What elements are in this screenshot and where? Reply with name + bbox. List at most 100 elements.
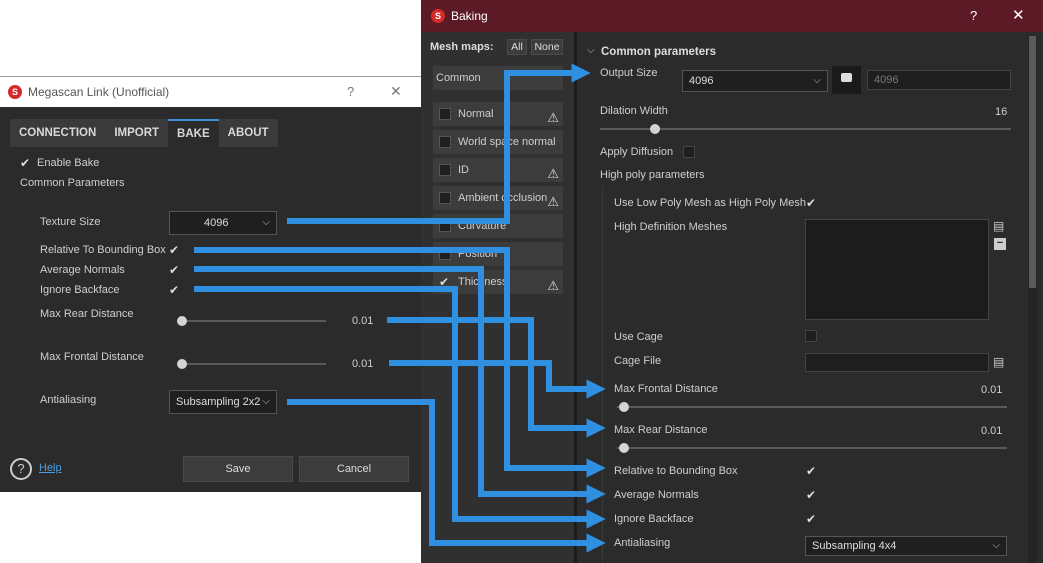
help-circle-icon[interactable]: ? — [10, 458, 32, 480]
tab-about[interactable]: ABOUT — [218, 119, 278, 147]
max-frontal-value[interactable]: 0.01 — [352, 358, 373, 370]
help-link[interactable]: Help — [39, 462, 62, 474]
warning-icon: ⚠ — [547, 110, 559, 125]
map-label: Normal — [458, 108, 494, 120]
cancel-button[interactable]: Cancel — [299, 456, 409, 482]
substance-logo-icon: S — [431, 9, 445, 23]
use-low-poly-checkbox[interactable]: ✔ — [806, 196, 816, 210]
map-item-ambient-occlusion[interactable]: Ambient occlusion ⚠ — [433, 186, 563, 210]
close-icon[interactable]: ✕ — [1012, 6, 1025, 24]
apply-diffusion-label: Apply Diffusion — [600, 146, 674, 158]
file-icon[interactable]: ▤ — [993, 355, 1004, 369]
warning-icon: ⚠ — [547, 166, 559, 181]
dilation-slider-knob[interactable] — [650, 124, 660, 134]
common-parameters-label: Common Parameters — [20, 177, 125, 189]
cage-file-field[interactable] — [805, 353, 989, 372]
lock-button[interactable] — [832, 66, 861, 94]
tab-bake[interactable]: BAKE — [168, 119, 219, 147]
map-checkbox[interactable] — [439, 108, 451, 120]
antialiasing-label: Antialiasing — [614, 537, 671, 549]
output-size-locked-field: 4096 — [867, 70, 1011, 90]
cage-file-label: Cage File — [614, 355, 662, 367]
texture-size-dropdown[interactable]: 4096 ⌵ — [169, 211, 277, 235]
map-label: World space normal — [458, 136, 556, 148]
enable-bake-label: Enable Bake — [37, 157, 100, 169]
relative-bbox-checkbox[interactable]: ✔ — [169, 243, 179, 257]
map-checkbox[interactable] — [439, 220, 451, 232]
enable-bake-checkbox[interactable]: ✔ — [20, 156, 30, 170]
megascan-tabs: CONNECTION IMPORT BAKE ABOUT — [10, 119, 278, 147]
antialiasing-dropdown[interactable]: Subsampling 2x2 ⌵ — [169, 390, 277, 414]
max-frontal-slider-knob[interactable] — [619, 402, 629, 412]
ignore-backface-checkbox[interactable]: ✔ — [169, 283, 179, 297]
map-label: ID — [458, 164, 469, 176]
common-item[interactable]: Common — [433, 66, 563, 90]
max-rear-value[interactable]: 0.01 — [981, 425, 1002, 437]
high-poly-label: High poly parameters — [600, 169, 705, 181]
high-poly-group-border — [602, 186, 603, 563]
save-button[interactable]: Save — [183, 456, 293, 482]
warning-icon: ⚠ — [547, 278, 559, 293]
minus-icon[interactable]: − — [994, 238, 1006, 250]
antialiasing-label: Antialiasing — [40, 394, 97, 406]
map-checkbox[interactable] — [439, 164, 451, 176]
map-item-id[interactable]: ID ⚠ — [433, 158, 563, 182]
ignore-backface-label: Ignore Backface — [40, 284, 120, 296]
avg-normals-label: Average Normals — [40, 264, 125, 276]
dilation-width-value[interactable]: 16 — [995, 106, 1007, 118]
chevron-down-icon: ⌵ — [813, 75, 821, 86]
avg-normals-label: Average Normals — [614, 489, 699, 501]
relative-bbox-label: Relative To Bounding Box — [40, 244, 166, 256]
max-rear-slider-track[interactable] — [178, 320, 326, 322]
max-frontal-slider-track[interactable] — [617, 406, 1007, 408]
ignore-backface-label: Ignore Backface — [614, 513, 694, 525]
none-button[interactable]: None — [531, 39, 563, 55]
map-checkbox[interactable]: ✔ — [439, 270, 451, 289]
file-icon[interactable]: ▤ — [993, 219, 1004, 233]
dilation-slider-track[interactable] — [600, 128, 1011, 130]
max-rear-value[interactable]: 0.01 — [352, 315, 373, 327]
max-rear-slider-track[interactable] — [617, 447, 1007, 449]
max-rear-slider-knob[interactable] — [619, 443, 629, 453]
use-cage-checkbox[interactable] — [805, 330, 817, 342]
relative-bbox-checkbox[interactable]: ✔ — [806, 464, 816, 478]
scrollbar-thumb[interactable] — [1029, 36, 1036, 288]
map-item-curvature[interactable]: Curvature — [433, 214, 563, 238]
map-checkbox[interactable] — [439, 248, 451, 260]
panel-divider[interactable] — [574, 32, 577, 563]
output-size-locked-value: 4096 — [874, 74, 899, 86]
map-label: Position — [458, 248, 498, 260]
avg-normals-checkbox[interactable]: ✔ — [169, 263, 179, 277]
output-size-dropdown[interactable]: 4096 ⌵ — [682, 70, 828, 92]
map-item-position[interactable]: Position — [433, 242, 563, 266]
map-item-normal[interactable]: Normal ⚠ — [433, 102, 563, 126]
texture-size-label: Texture Size — [40, 216, 101, 228]
tab-connection[interactable]: CONNECTION — [10, 119, 106, 147]
max-frontal-slider-track[interactable] — [178, 363, 326, 365]
max-rear-label: Max Rear Distance — [614, 424, 708, 436]
megascan-title: Megascan Link (Unofficial) — [28, 85, 170, 99]
common-label: Common — [436, 72, 481, 84]
tab-import[interactable]: IMPORT — [105, 119, 169, 147]
help-icon[interactable]: ? — [347, 84, 354, 99]
collapse-chevron-icon[interactable]: ⌵ — [587, 45, 595, 56]
high-def-meshes-list[interactable] — [805, 219, 989, 320]
use-cage-label: Use Cage — [614, 331, 663, 343]
map-item-world-space-normal[interactable]: World space normal — [433, 130, 563, 154]
max-frontal-slider-knob[interactable] — [177, 359, 187, 369]
close-icon[interactable]: ✕ — [390, 83, 402, 100]
antialiasing-value: Subsampling 2x2 — [176, 396, 261, 408]
apply-diffusion-checkbox[interactable] — [683, 146, 695, 158]
help-icon[interactable]: ? — [970, 8, 977, 23]
baking-window: S Baking ? ✕ Mesh maps: All None Common … — [421, 0, 1043, 563]
map-item-thickness[interactable]: ✔ Thickness ⚠ — [433, 270, 563, 294]
max-frontal-value[interactable]: 0.01 — [981, 384, 1002, 396]
map-checkbox[interactable] — [439, 136, 451, 148]
antialiasing-dropdown[interactable]: Subsampling 4x4 ⌵ — [805, 536, 1007, 556]
map-checkbox[interactable] — [439, 192, 451, 204]
max-rear-slider-knob[interactable] — [177, 316, 187, 326]
max-frontal-label: Max Frontal Distance — [614, 383, 718, 395]
all-button[interactable]: All — [507, 39, 527, 55]
ignore-backface-checkbox[interactable]: ✔ — [806, 512, 816, 526]
avg-normals-checkbox[interactable]: ✔ — [806, 488, 816, 502]
